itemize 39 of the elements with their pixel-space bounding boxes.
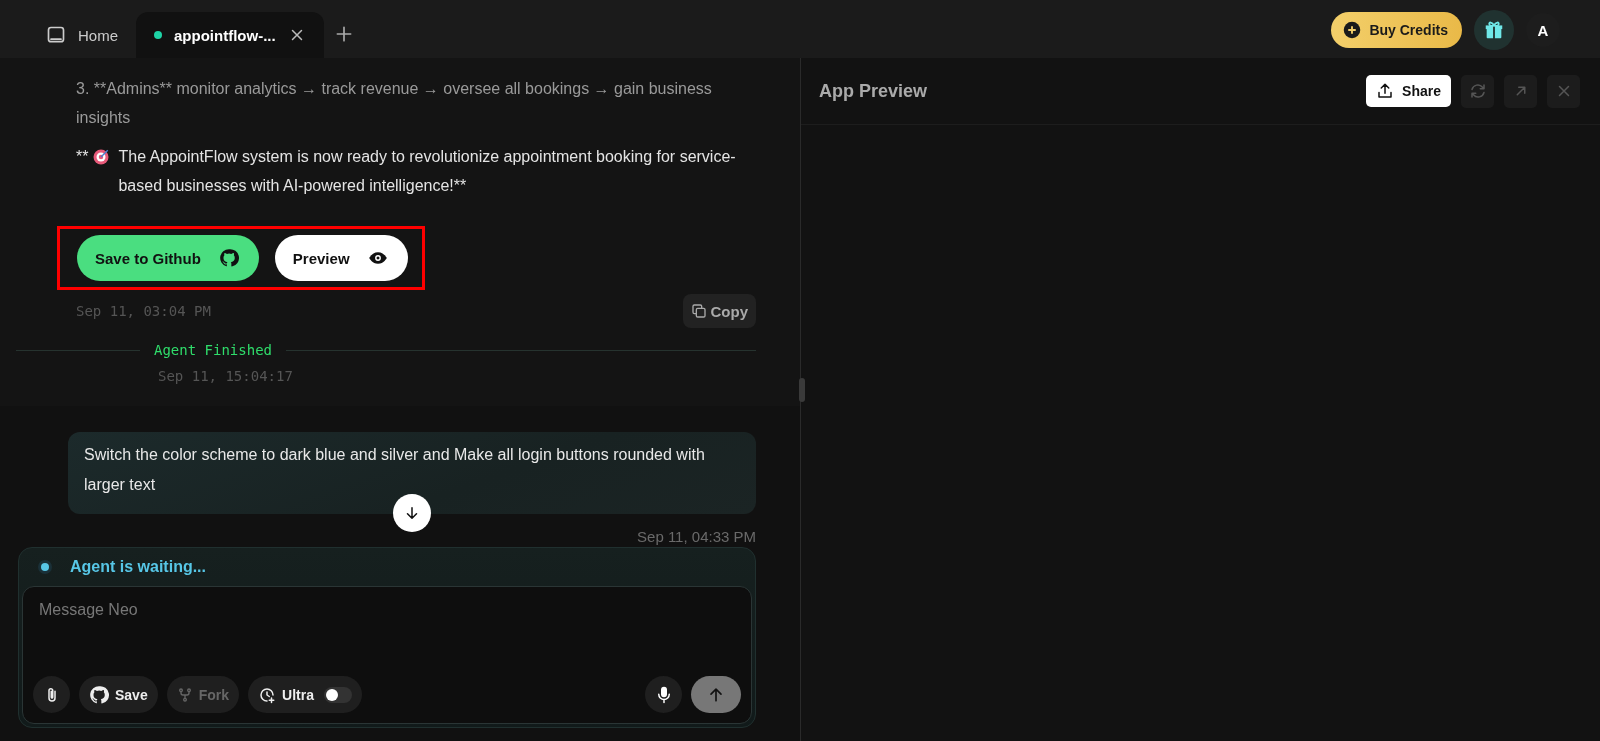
tab[interactable]: Home (28, 12, 136, 58)
github-icon (89, 684, 109, 705)
microphone-button[interactable] (645, 676, 682, 713)
gift-icon (1483, 19, 1505, 41)
bold-marker: ** (76, 147, 89, 167)
gift-button[interactable] (1474, 10, 1514, 50)
refresh-icon (1468, 82, 1487, 100)
scroll-down-button[interactable] (393, 494, 431, 532)
preview-button[interactable]: Preview (274, 235, 408, 281)
clock-plus-icon (258, 685, 277, 704)
resize-handle[interactable] (799, 378, 805, 402)
panel-title: App Preview (819, 80, 928, 102)
send-button[interactable] (691, 676, 741, 713)
ultra-toggle[interactable]: Ultra (248, 676, 362, 713)
buy-credits-button[interactable]: Buy Credits (1331, 12, 1462, 48)
save-to-github-button[interactable]: Save to Github (77, 235, 259, 281)
timestamp: Sep 11, 15:04:17 (158, 368, 294, 384)
save-button[interactable]: Save (79, 676, 158, 713)
copy-icon (690, 303, 707, 319)
monitor-icon (46, 25, 66, 45)
plus-circle-icon (1343, 21, 1362, 39)
github-icon (218, 248, 239, 268)
fork-icon (176, 686, 193, 703)
timestamp: Sep 11, 03:04 PM (76, 303, 211, 319)
agent-status: Agent Finished (154, 342, 272, 358)
status-dot (154, 31, 162, 39)
tab[interactable]: appointflow-... (136, 12, 324, 58)
agent-status: Agent is waiting... (70, 558, 206, 576)
status-icon (38, 560, 52, 574)
share-button[interactable]: Share (1366, 74, 1451, 107)
attach-button[interactable] (33, 676, 70, 713)
message-text: The AppointFlow system is now ready to revolutionize appointment booking for service-based businesses with AI-powered intelligence!** (118, 147, 737, 196)
list-item-text: 3. **Admins** monitor analytics → track revenue → oversee all bookings → gain business insights (76, 79, 713, 128)
refresh-button[interactable] (1461, 74, 1494, 108)
copy-button[interactable]: Copy (682, 294, 756, 328)
target-icon (92, 148, 111, 166)
toggle-switch[interactable] (323, 686, 352, 703)
timestamp: Sep 11, 04:33 PM (637, 528, 756, 545)
upload-icon (1376, 81, 1395, 100)
